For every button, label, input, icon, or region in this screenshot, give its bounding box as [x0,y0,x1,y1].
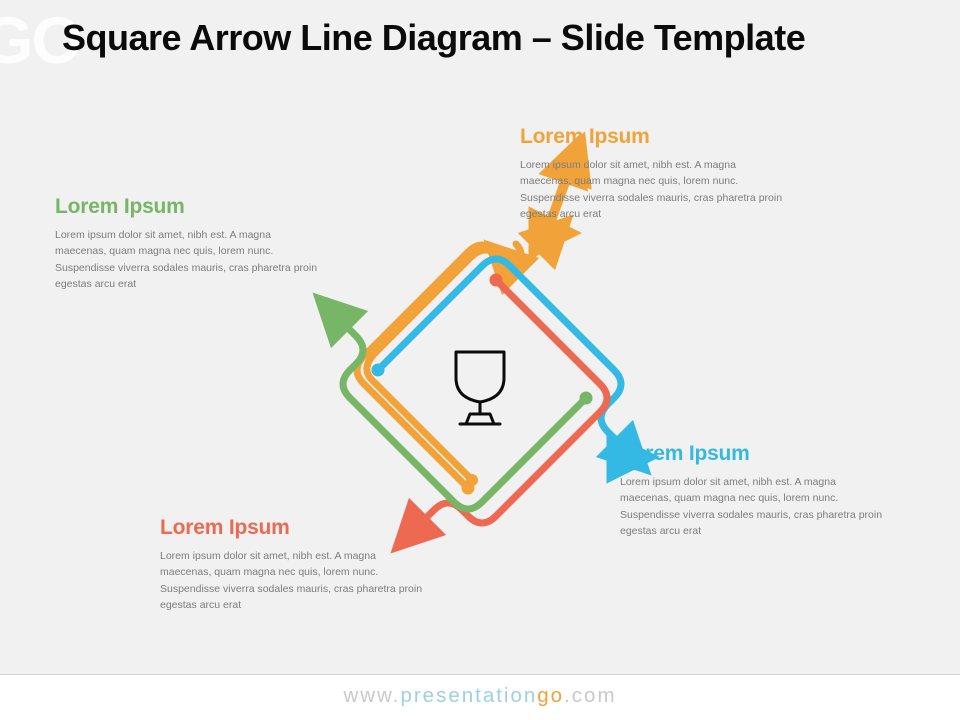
footer-attribution: www.presentationgo.com [0,674,960,720]
arrow-extensions [526,233,555,262]
diagram-lines [331,233,633,535]
trophy-icon [456,352,504,424]
callout-red-body: Lorem ipsum dolor sit amet, nibh est. A … [160,548,428,613]
callout-green-heading: Lorem Ipsum [55,195,323,219]
footer-prefix: www. [343,684,400,707]
footer-brand-a: presentation [400,684,537,707]
callout-blue: Lorem Ipsum Lorem ipsum dolor sit amet, … [620,442,888,539]
callout-red-heading: Lorem Ipsum [160,516,428,540]
dot-orange [462,480,474,492]
callout-green-body: Lorem ipsum dolor sit amet, nibh est. A … [55,227,323,292]
arrow-orange [388,273,505,480]
callout-green: Lorem Ipsum Lorem ipsum dolor sit amet, … [55,195,323,292]
callout-orange-body: Lorem ipsum dolor sit amet, nibh est. A … [520,157,788,222]
footer-brand-b: go [537,684,564,707]
callout-blue-body: Lorem ipsum dolor sit amet, nibh est. A … [620,474,888,539]
page-title: Square Arrow Line Diagram – Slide Templa… [62,18,902,58]
callout-blue-heading: Lorem Ipsum [620,442,888,466]
square-arrow-diagram [0,0,960,720]
footer-suffix: .com [564,684,616,707]
arrow-extension-overlay [0,0,960,720]
callout-red: Lorem Ipsum Lorem ipsum dolor sit amet, … [160,516,428,613]
callout-orange: Lorem Ipsum Lorem ipsum dolor sit amet, … [520,125,788,222]
callout-orange-heading: Lorem Ipsum [520,125,788,149]
